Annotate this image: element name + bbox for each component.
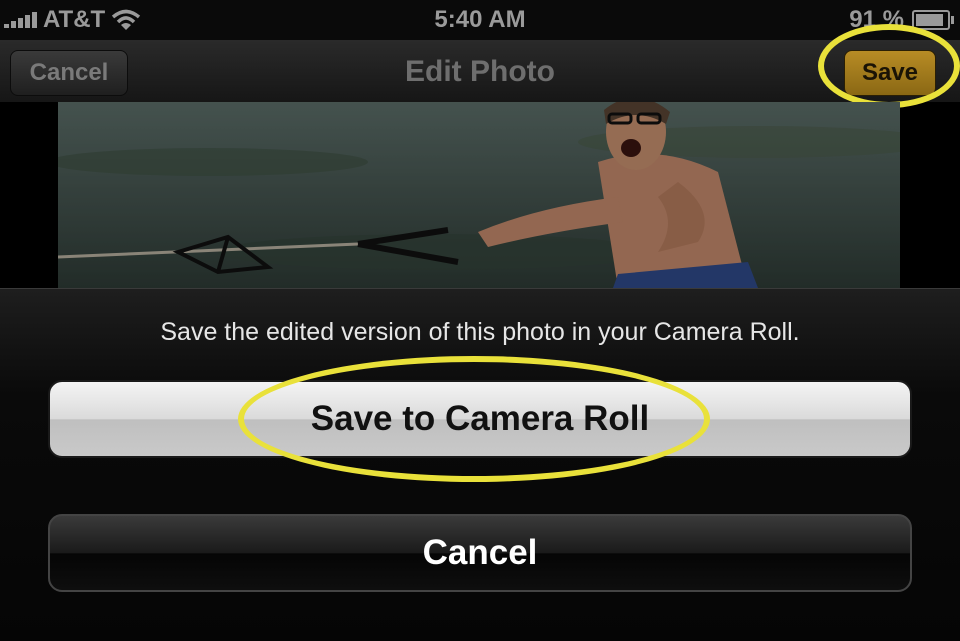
- battery-percent: 91 %: [849, 6, 904, 33]
- save-to-camera-roll-button[interactable]: Save to Camera Roll: [48, 380, 912, 458]
- battery-level: [916, 14, 944, 26]
- battery-icon: [912, 10, 954, 30]
- action-sheet-cancel-button[interactable]: Cancel: [48, 514, 912, 592]
- nav-save-button[interactable]: Save: [844, 50, 936, 96]
- page-title: Edit Photo: [405, 55, 555, 88]
- battery-group: 91 %: [849, 6, 954, 34]
- navigation-bar: Cancel Edit Photo Save: [0, 24, 960, 108]
- action-sheet-message: Save the edited version of this photo in…: [160, 318, 800, 346]
- clock: 5:40 AM: [434, 6, 526, 33]
- edited-photo: [58, 102, 900, 288]
- status-bar: AT&T 5:40 AM 91 %: [0, 0, 960, 40]
